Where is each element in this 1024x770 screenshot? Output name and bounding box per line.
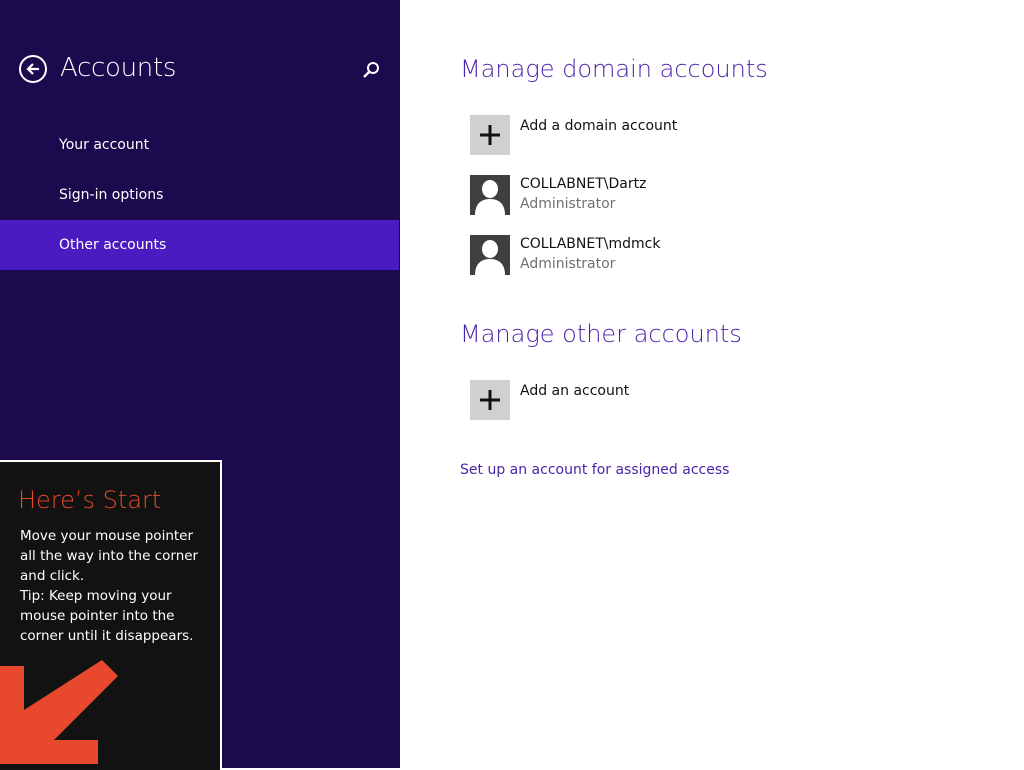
sidebar-item-sign-in-options[interactable]: Sign-in options — [0, 170, 399, 220]
user-silhouette-icon — [475, 180, 505, 215]
page-title: Accounts — [60, 53, 177, 83]
account-name: COLLABNET\Dartz — [520, 176, 647, 192]
user-silhouette-icon — [475, 240, 505, 275]
sidebar-item-label: Other accounts — [59, 237, 167, 253]
other-accounts-heading: Manage other accounts — [460, 320, 742, 348]
sidebar-item-label: Your account — [59, 137, 150, 153]
add-account-label: Add an account — [520, 383, 630, 399]
sidebar-item-your-account[interactable]: Your account — [0, 120, 399, 170]
account-role: Administrator — [520, 196, 616, 212]
avatar — [470, 175, 510, 215]
add-domain-account-label: Add a domain account — [520, 118, 678, 134]
plus-tile — [470, 380, 510, 420]
assigned-access-link[interactable]: Set up an account for assigned access — [460, 462, 729, 478]
add-account-button[interactable]: Add an account — [470, 380, 730, 420]
corner-arrow-icon — [0, 660, 118, 764]
account-name: COLLABNET\mdmck — [520, 236, 661, 252]
start-tip-body: Move your mouse pointer all the way into… — [20, 528, 199, 644]
avatar — [470, 235, 510, 275]
account-item[interactable]: COLLABNET\mdmck Administrator — [470, 235, 730, 275]
start-tip-title: Here’s Start — [18, 486, 162, 514]
search-button[interactable] — [360, 60, 382, 82]
back-button[interactable] — [19, 55, 47, 83]
sidebar-item-other-accounts[interactable]: Other accounts — [0, 220, 399, 270]
domain-accounts-heading: Manage domain accounts — [460, 55, 768, 83]
search-icon — [363, 62, 379, 78]
sidebar-item-label: Sign-in options — [59, 187, 164, 203]
add-domain-account-button[interactable]: Add a domain account — [470, 115, 730, 155]
account-role: Administrator — [520, 256, 616, 272]
back-arrow-circle-icon — [26, 63, 39, 75]
plus-tile — [470, 115, 510, 155]
start-tip-overlay: Here’s Start Move your mouse pointer all… — [0, 460, 222, 770]
plus-icon — [480, 125, 500, 145]
plus-icon — [480, 390, 500, 410]
account-item[interactable]: COLLABNET\Dartz Administrator — [470, 175, 730, 215]
